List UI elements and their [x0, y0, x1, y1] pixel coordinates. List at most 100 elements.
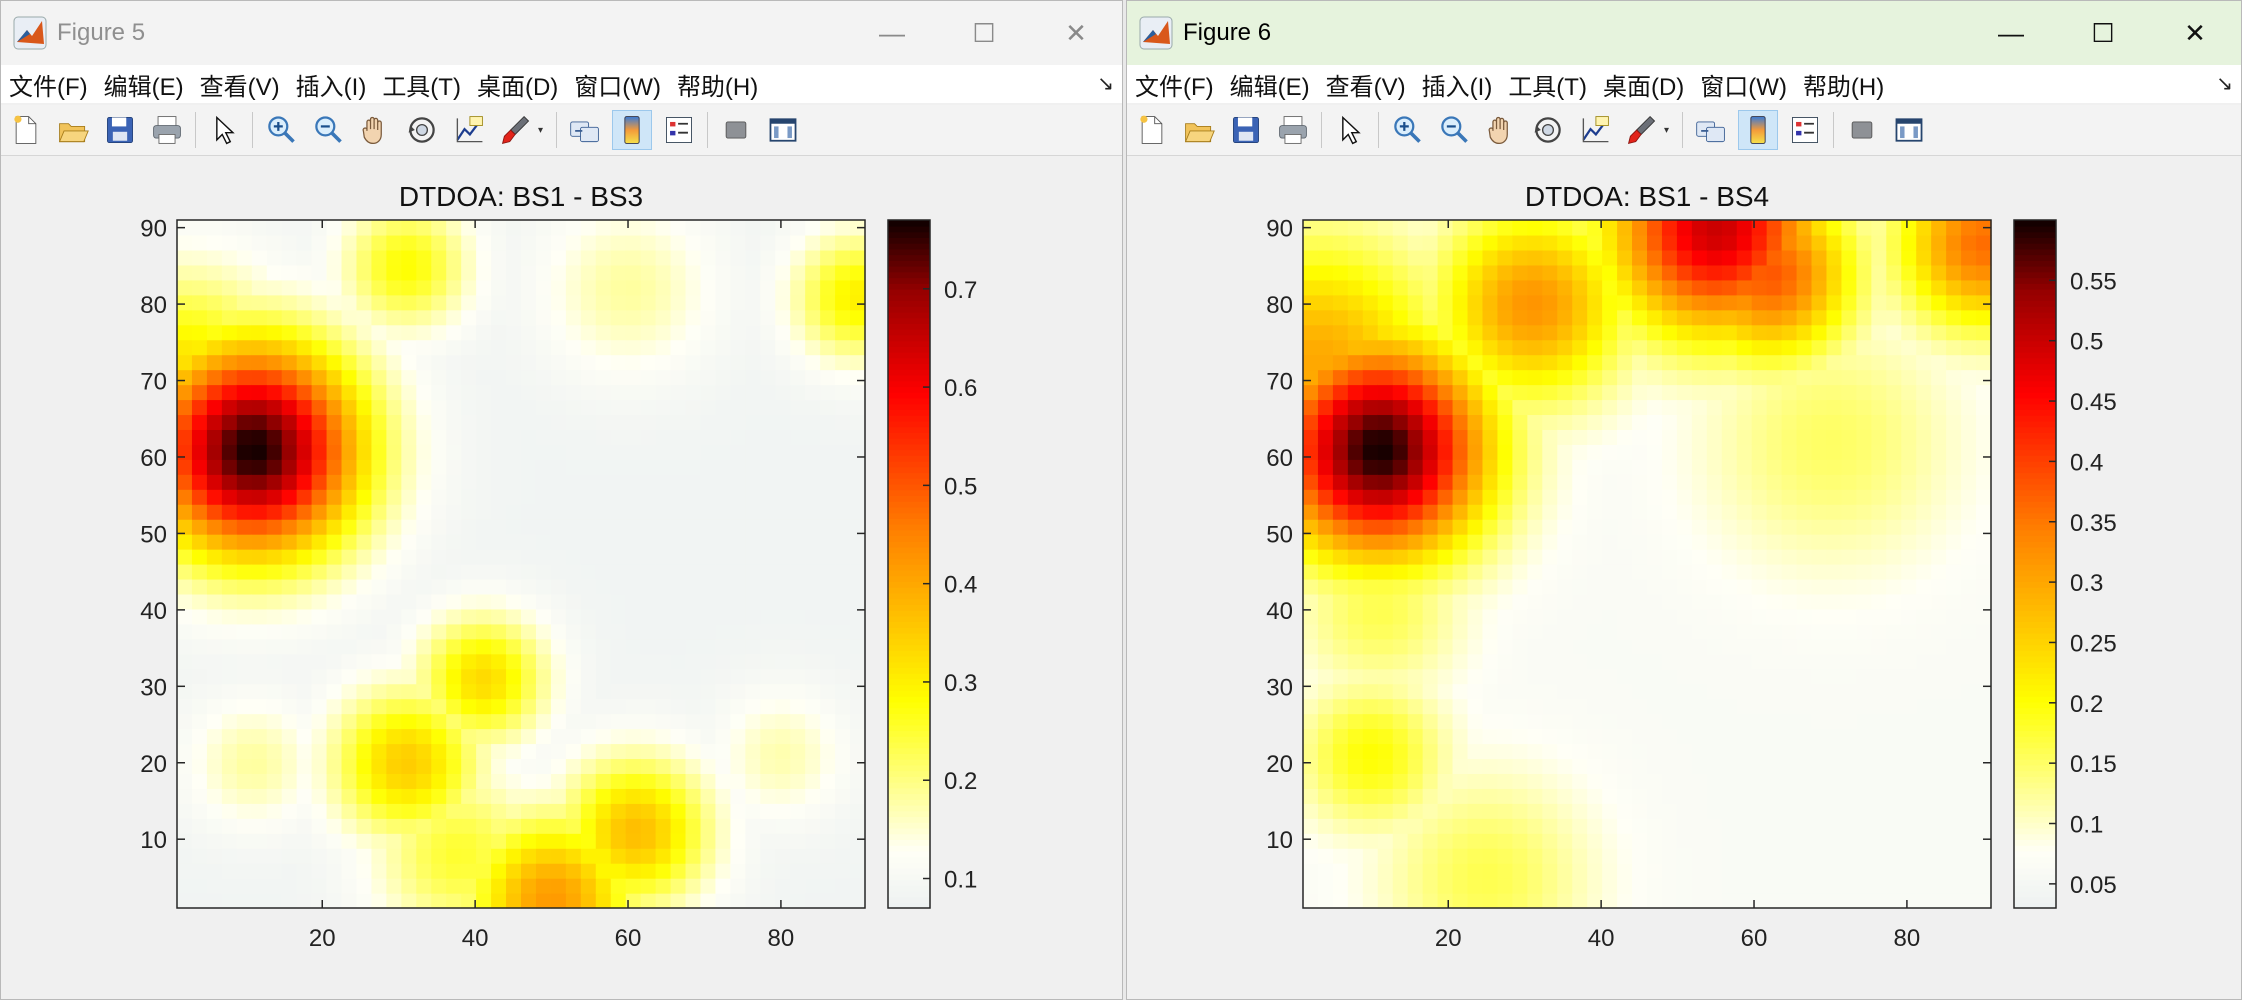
menu-desktop[interactable]: 桌面(D): [469, 67, 566, 102]
colorbar-segment: [2014, 403, 2056, 410]
close-button[interactable]: ✕: [2149, 1, 2241, 65]
menu-help[interactable]: 帮助(H): [669, 67, 766, 102]
open-file-button[interactable]: [54, 111, 92, 149]
data-cursor-button[interactable]: [450, 111, 488, 149]
rotate-3d-button[interactable]: [403, 111, 441, 149]
colorbar-button[interactable]: [1738, 110, 1778, 150]
heatmap-cell: [371, 354, 387, 371]
menu-edit[interactable]: 编辑(E): [1222, 67, 1318, 102]
print-button[interactable]: [148, 111, 186, 149]
legend-button[interactable]: [1786, 111, 1824, 149]
maximize-button[interactable]: ☐: [938, 1, 1030, 65]
brush-button[interactable]: [497, 111, 535, 149]
heatmap-cell: [1647, 863, 1663, 879]
heatmap-cell: [1811, 549, 1828, 565]
heatmap-cell: [1512, 698, 1528, 715]
heatmap-cell: [670, 249, 687, 266]
heatmap-cell: [206, 384, 223, 401]
colorbar-segment: [2014, 380, 2056, 388]
heatmap-cell: [1661, 713, 1678, 730]
colorbar-button[interactable]: [612, 110, 652, 150]
pan-hand-button[interactable]: [356, 111, 394, 149]
menu-insert[interactable]: 插入(I): [1414, 67, 1501, 102]
heatmap-cell: [476, 878, 492, 894]
undock-arrow-icon[interactable]: ↘: [2216, 71, 2233, 96]
title-bar[interactable]: Figure 6 — ☐ ✕: [1127, 1, 2241, 65]
show-plot-tools-button[interactable]: [764, 111, 802, 149]
heatmap-cell: [1736, 833, 1753, 849]
menu-file[interactable]: 文件(F): [1, 67, 96, 102]
heatmap-cell: [1931, 788, 1947, 804]
undock-arrow-icon[interactable]: ↘: [1097, 71, 1114, 96]
link-plot-button[interactable]: [566, 111, 604, 149]
minimize-button[interactable]: —: [1965, 1, 2057, 65]
menu-tools[interactable]: 工具(T): [374, 67, 469, 102]
brush-dropdown-arrow-icon[interactable]: ▾: [1664, 125, 1672, 136]
heatmap-figure[interactable]: DTDOA: BS1 - BS420 40 60 801020304050607080…: [1127, 156, 2241, 999]
zoom-in-button[interactable]: [262, 111, 300, 149]
heatmap-cell: [206, 833, 223, 849]
menu-file[interactable]: 文件(F): [1127, 67, 1222, 102]
heatmap-cell: [1437, 519, 1454, 535]
open-file-button[interactable]: [1180, 111, 1218, 149]
heatmap-cell: [1781, 519, 1798, 535]
colorbar[interactable]: 0.050.10.150.20.250.30.350.40.450.50.55: [2013, 219, 2117, 909]
brush-button[interactable]: [1623, 111, 1661, 149]
heatmap-cell: [1512, 773, 1528, 789]
pointer-button[interactable]: [1331, 111, 1369, 149]
heatmap-cell: [625, 788, 642, 804]
menu-tools[interactable]: 工具(T): [1500, 67, 1595, 102]
heatmap-cell: [1916, 698, 1932, 715]
heatmap-cell: [1317, 863, 1334, 879]
heatmap-cell: [461, 878, 477, 894]
colorbar[interactable]: 0.10.20.30.40.50.60.7: [887, 219, 977, 909]
maximize-button[interactable]: ☐: [2057, 1, 2149, 65]
save-button[interactable]: [1227, 111, 1265, 149]
heatmap-cell: [1721, 474, 1738, 490]
hide-plot-tools-button[interactable]: [717, 111, 755, 149]
menu-desktop[interactable]: 桌面(D): [1595, 67, 1692, 102]
pointer-button[interactable]: [205, 111, 243, 149]
colorbar-segment: [888, 437, 930, 445]
heatmap-cell: [251, 713, 268, 730]
menu-window[interactable]: 窗口(W): [1692, 67, 1795, 102]
data-cursor-button[interactable]: [1576, 111, 1614, 149]
menu-view[interactable]: 查看(V): [1318, 67, 1414, 102]
legend-button[interactable]: [660, 111, 698, 149]
heatmap-cell: [715, 234, 731, 251]
heatmap-cell: [1691, 833, 1708, 849]
heatmap-cell: [1796, 863, 1813, 879]
menu-window[interactable]: 窗口(W): [566, 67, 669, 102]
heatmap-cell: [715, 399, 731, 416]
pan-hand-button[interactable]: [1482, 111, 1520, 149]
menu-view[interactable]: 查看(V): [192, 67, 288, 102]
show-plot-tools-button[interactable]: [1890, 111, 1928, 149]
zoom-in-button[interactable]: [1388, 111, 1426, 149]
title-bar[interactable]: Figure 5 — ☐ ✕: [1, 1, 1122, 65]
heatmap-cell: [1632, 519, 1648, 535]
menu-help[interactable]: 帮助(H): [1795, 67, 1892, 102]
link-plot-button[interactable]: [1692, 111, 1730, 149]
heatmap-cell: [1796, 623, 1813, 640]
menu-insert[interactable]: 插入(I): [288, 67, 375, 102]
new-figure-button[interactable]: [7, 111, 45, 149]
print-button[interactable]: [1274, 111, 1312, 149]
hide-plot-tools-button[interactable]: [1843, 111, 1881, 149]
zoom-out-button[interactable]: [1435, 111, 1473, 149]
heatmap-cell: [386, 504, 402, 520]
zoom-out-button[interactable]: [309, 111, 347, 149]
heatmap-cell: [251, 698, 268, 715]
rotate-3d-button[interactable]: [1529, 111, 1567, 149]
menu-edit[interactable]: 编辑(E): [96, 67, 192, 102]
colorbar-segment: [2014, 260, 2056, 267]
heatmap-cell: [1407, 713, 1424, 730]
new-figure-button[interactable]: [1133, 111, 1171, 149]
minimize-button[interactable]: —: [846, 1, 938, 65]
heatmap-figure[interactable]: DTDOA: BS1 - BS320 40 60 801020304050607080…: [1, 156, 1122, 999]
brush-dropdown-arrow-icon[interactable]: ▾: [538, 125, 546, 136]
save-button[interactable]: [101, 111, 139, 149]
heatmap-cell: [1706, 623, 1723, 640]
heatmap-cell: [1736, 354, 1753, 371]
heatmap-cell: [1841, 294, 1857, 311]
close-button[interactable]: ✕: [1030, 1, 1122, 65]
